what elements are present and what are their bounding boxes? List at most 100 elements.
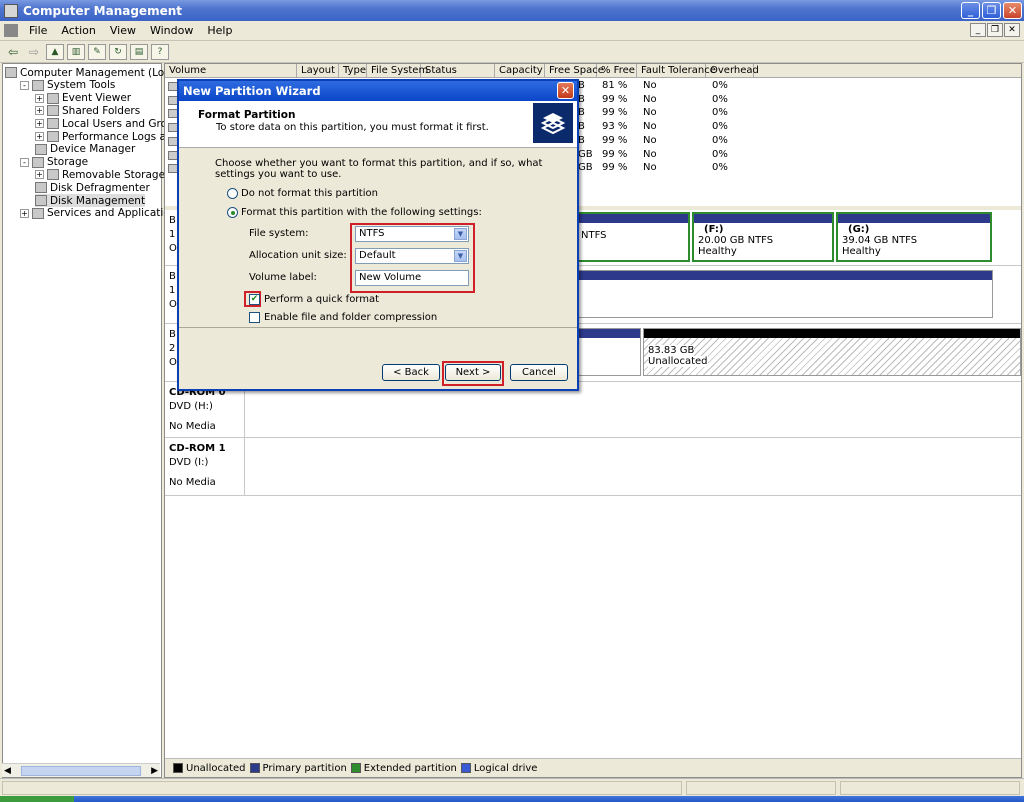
chevron-down-icon[interactable]: ▼ bbox=[454, 250, 467, 262]
pct-free-cell: 99 % bbox=[602, 162, 628, 174]
disk-1-partition[interactable] bbox=[575, 270, 993, 318]
tree-node[interactable]: - Storage bbox=[20, 156, 88, 169]
col-volume[interactable]: Volume bbox=[165, 64, 297, 78]
minimize-button[interactable]: _ bbox=[961, 2, 980, 19]
tree-node[interactable]: Device Manager bbox=[35, 143, 135, 156]
maximize-button[interactable]: ❐ bbox=[982, 2, 1001, 19]
scroll-thumb[interactable] bbox=[21, 765, 141, 776]
expand-icon[interactable]: + bbox=[35, 170, 44, 180]
export-list-icon[interactable]: ▤ bbox=[130, 43, 148, 60]
child-close-button[interactable]: ✕ bbox=[1004, 23, 1020, 37]
cdrom-1-row[interactable]: CD-ROM 1 DVD (I:) No Media bbox=[165, 438, 1021, 496]
radio-format-partition-circle[interactable] bbox=[227, 207, 238, 218]
cdrom-1-label: CD-ROM 1 DVD (I:) No Media bbox=[165, 438, 245, 495]
wizard-prompt: Choose whether you want to format this p… bbox=[215, 158, 543, 180]
taskbar bbox=[0, 796, 1024, 802]
col-capacity[interactable]: Capacity bbox=[495, 64, 545, 78]
tree-horizontal-scrollbar[interactable]: ◀ ▶ bbox=[2, 763, 160, 777]
start-button[interactable] bbox=[0, 796, 74, 802]
refresh-icon[interactable]: ↻ bbox=[109, 43, 127, 60]
unallocated-space[interactable]: 83.83 GB Unallocated bbox=[643, 328, 1021, 376]
collapse-icon[interactable]: - bbox=[20, 80, 29, 90]
expand-icon[interactable]: + bbox=[35, 106, 44, 116]
pct-free-cell: 99 % bbox=[602, 148, 628, 160]
tree-node[interactable]: + Shared Folders bbox=[35, 104, 140, 117]
back-button[interactable]: < Back bbox=[382, 364, 440, 381]
tree-node[interactable]: Computer Management (Local) bbox=[5, 66, 183, 79]
mdi-window-icon[interactable] bbox=[4, 24, 18, 37]
radio-do-not-format[interactable]: Do not format this partition bbox=[227, 188, 378, 199]
volume-label-input[interactable]: New Volume bbox=[355, 270, 469, 286]
tree-node[interactable]: Disk Management bbox=[35, 194, 146, 207]
free-space-cell: B bbox=[578, 93, 585, 105]
col-type[interactable]: Type bbox=[339, 64, 367, 78]
tree-node-label: Event Viewer bbox=[62, 92, 132, 105]
dialog-title-bar: New Partition Wizard ✕ bbox=[179, 81, 577, 101]
col-status[interactable]: Status bbox=[421, 64, 495, 78]
close-button[interactable]: ✕ bbox=[1003, 2, 1022, 19]
chevron-down-icon[interactable]: ▼ bbox=[454, 228, 467, 240]
back-arrow-icon[interactable]: ⇦ bbox=[4, 44, 22, 60]
tree-node-icon bbox=[47, 169, 59, 181]
menu-action[interactable]: Action bbox=[54, 24, 102, 37]
tree-node[interactable]: Disk Defragmenter bbox=[35, 181, 150, 194]
menu-window[interactable]: Window bbox=[143, 24, 200, 37]
radio-format-partition[interactable]: Format this partition with the following… bbox=[227, 207, 482, 218]
dialog-close-button[interactable]: ✕ bbox=[557, 82, 574, 99]
file-system-label: File system: bbox=[249, 228, 309, 239]
next-button[interactable]: Next > bbox=[445, 364, 501, 381]
compression-check-box[interactable] bbox=[249, 312, 260, 323]
col-layout[interactable]: Layout bbox=[297, 64, 339, 78]
file-system-select[interactable]: NTFS ▼ bbox=[355, 226, 469, 242]
free-space-cell: GB bbox=[578, 162, 593, 174]
quick-format-checkbox[interactable]: ✔ Perform a quick format bbox=[249, 294, 379, 305]
fault-tolerance-cell: No bbox=[643, 148, 657, 160]
up-folder-icon[interactable]: ▲ bbox=[46, 43, 64, 60]
expand-icon[interactable]: + bbox=[35, 132, 44, 141]
radio-do-not-format-circle[interactable] bbox=[227, 188, 238, 199]
quick-format-check-icon[interactable]: ✔ bbox=[249, 294, 260, 305]
dialog-title: New Partition Wizard bbox=[183, 84, 321, 98]
col-file-system[interactable]: File System bbox=[367, 64, 428, 78]
fault-tolerance-cell: No bbox=[643, 121, 657, 133]
partition-f[interactable]: (F:) 20.00 GB NTFS Healthy bbox=[692, 212, 834, 262]
tree-node-icon bbox=[35, 182, 47, 194]
disk-2-partition[interactable] bbox=[575, 328, 641, 376]
wizard-header: Format Partition To store data on this p… bbox=[179, 101, 577, 148]
partition-g[interactable]: (G:) 39.04 GB NTFS Healthy bbox=[836, 212, 992, 262]
menu-view[interactable]: View bbox=[103, 24, 143, 37]
toolbar: ⇦ ⇨ ▲ ▥ ✎ ↻ ▤ ? bbox=[0, 41, 1024, 63]
tree-node[interactable]: + Event Viewer bbox=[35, 92, 131, 105]
collapse-icon[interactable]: - bbox=[20, 157, 29, 167]
overhead-cell: 0% bbox=[712, 80, 728, 91]
menu-file[interactable]: File bbox=[22, 24, 54, 37]
console-tree: Computer Management (Local) - System Tools… bbox=[2, 63, 213, 778]
tree-node[interactable]: + Removable Storage bbox=[35, 168, 165, 181]
col-pct-free[interactable]: % Free bbox=[597, 64, 637, 78]
expand-icon[interactable]: + bbox=[35, 119, 44, 129]
scroll-right-icon[interactable]: ▶ bbox=[151, 766, 158, 776]
expand-icon[interactable]: + bbox=[20, 208, 29, 218]
col-overhead[interactable]: Overhead bbox=[706, 64, 759, 78]
scroll-left-icon[interactable]: ◀ bbox=[4, 766, 11, 776]
forward-arrow-icon[interactable]: ⇨ bbox=[25, 44, 43, 60]
help-icon[interactable]: ? bbox=[151, 43, 169, 60]
col-fault-tolerance[interactable]: Fault Tolerance bbox=[637, 64, 716, 78]
tree-node[interactable]: - System Tools bbox=[20, 79, 115, 92]
cancel-button[interactable]: Cancel bbox=[510, 364, 568, 381]
fault-tolerance-cell: No bbox=[643, 162, 657, 174]
col-free-space[interactable]: Free Space bbox=[545, 64, 604, 78]
tree-node[interactable]: + Services and Applications bbox=[20, 207, 182, 220]
menu-help[interactable]: Help bbox=[200, 24, 239, 37]
show-hide-tree-icon[interactable]: ▥ bbox=[67, 43, 85, 60]
child-minimize-button[interactable]: _ bbox=[970, 23, 986, 37]
free-space-cell: B bbox=[578, 134, 585, 146]
expand-icon[interactable]: + bbox=[35, 93, 44, 103]
overhead-cell: 0% bbox=[712, 148, 728, 160]
child-restore-button[interactable]: ❐ bbox=[987, 23, 1003, 37]
allocation-unit-select[interactable]: Default ▼ bbox=[355, 248, 469, 264]
pct-free-cell: 81 % bbox=[602, 80, 628, 91]
properties-icon[interactable]: ✎ bbox=[88, 43, 106, 60]
partition-e[interactable]: NTFS bbox=[575, 212, 690, 262]
compression-checkbox[interactable]: Enable file and folder compression bbox=[249, 312, 437, 323]
